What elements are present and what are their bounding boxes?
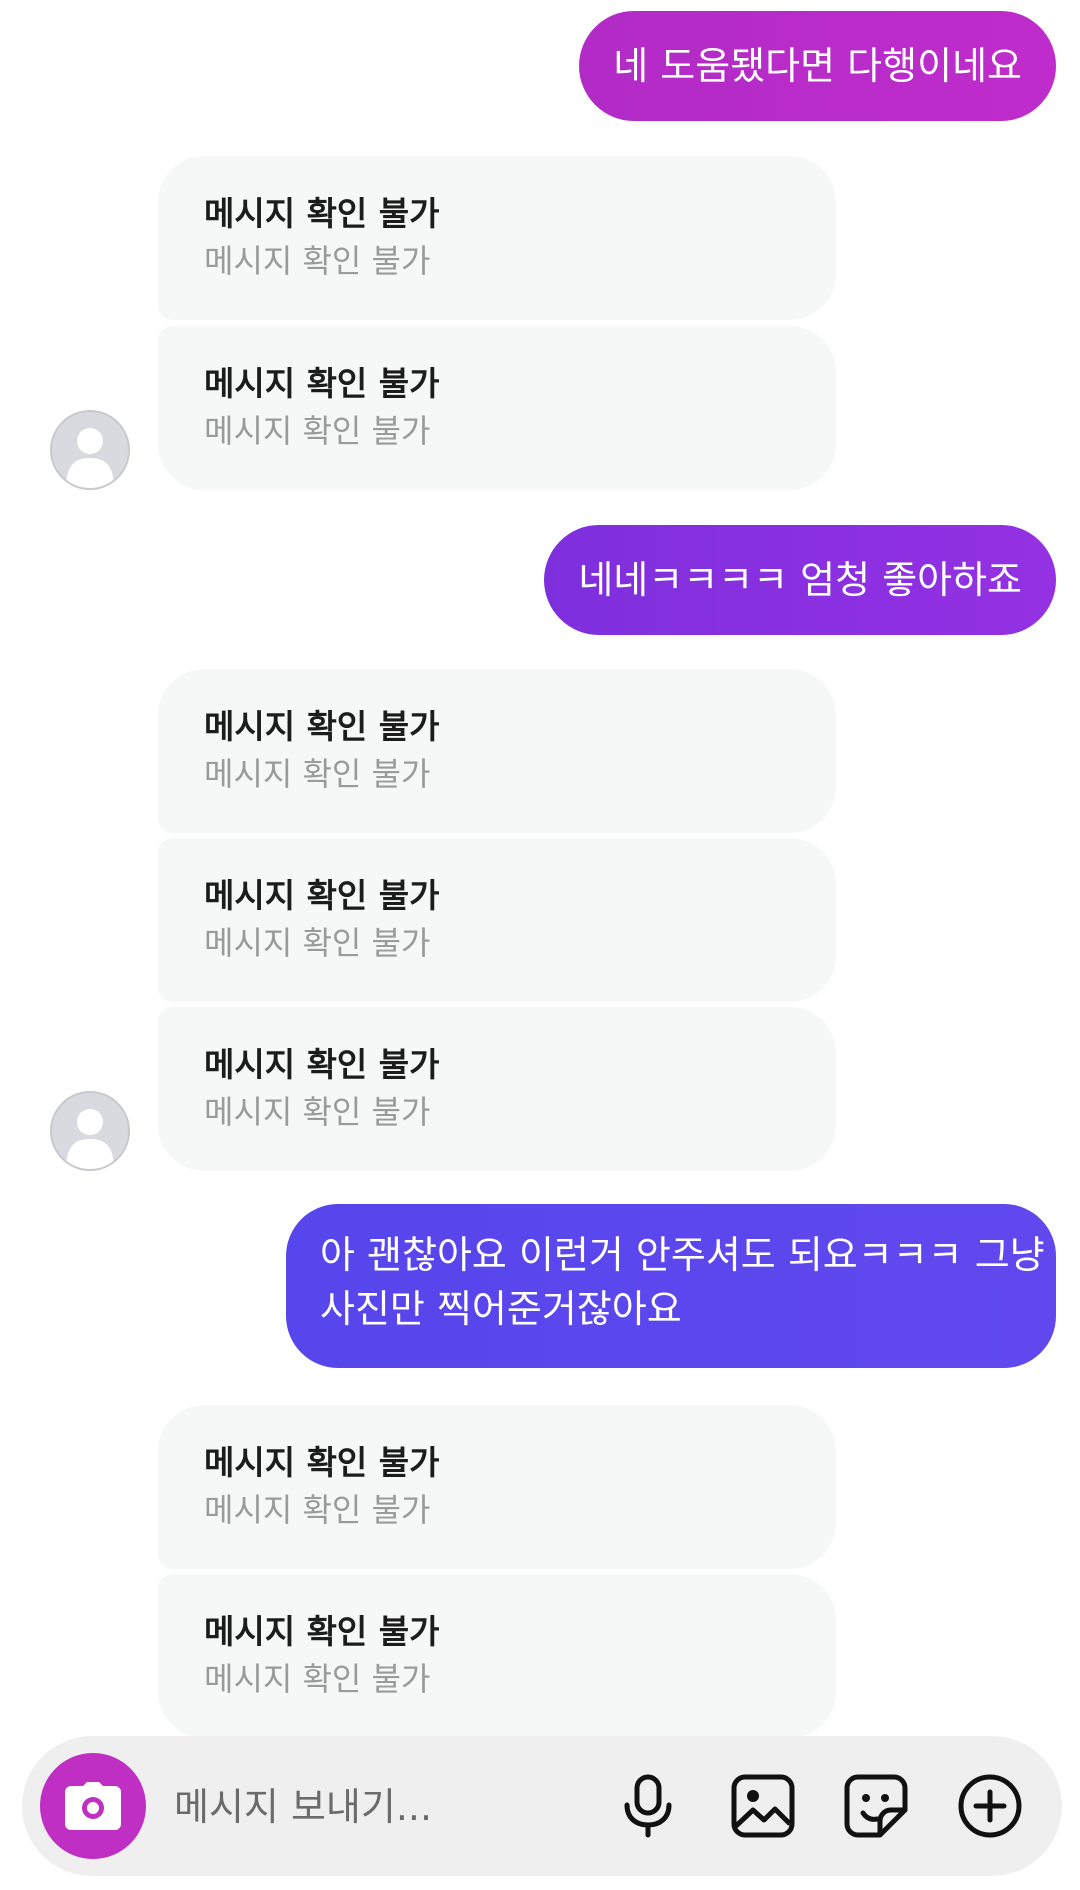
microphone-button[interactable] xyxy=(612,1770,684,1842)
message-text: 네 도움됐다면 다행이네요 xyxy=(613,44,1022,88)
default-avatar-icon[interactable] xyxy=(50,1091,130,1171)
unavailable-title: 메시지 확인 불가 xyxy=(204,876,440,915)
sticker-icon xyxy=(844,1774,908,1838)
sticker-button[interactable] xyxy=(840,1770,912,1842)
unavailable-title: 메시지 확인 불가 xyxy=(204,707,440,746)
unavailable-subtitle: 메시지 확인 불가 xyxy=(204,755,431,793)
microphone-icon xyxy=(624,1774,672,1838)
sent-message[interactable]: 네네ㅋㅋㅋㅋ 엄청 좋아하죠 xyxy=(544,525,1056,635)
gallery-icon xyxy=(731,1774,795,1838)
sent-message[interactable]: 아 괜찮아요 이런거 안주셔도 되요ㅋㅋㅋ 그냥 사진만 찍어준거잖아요 xyxy=(286,1204,1056,1368)
unavailable-subtitle: 메시지 확인 불가 xyxy=(204,924,431,962)
message-text-line: 사진만 찍어준거잖아요 xyxy=(320,1287,682,1331)
received-message-unavailable[interactable]: 메시지 확인 불가 메시지 확인 불가 xyxy=(158,326,836,490)
gallery-button[interactable] xyxy=(727,1770,799,1842)
unavailable-subtitle: 메시지 확인 불가 xyxy=(204,1660,431,1698)
unavailable-title: 메시지 확인 불가 xyxy=(204,1045,440,1084)
camera-icon xyxy=(65,1782,121,1830)
received-message-unavailable[interactable]: 메시지 확인 불가 메시지 확인 불가 xyxy=(158,1007,836,1171)
plus-circle-icon xyxy=(958,1774,1022,1838)
unavailable-subtitle: 메시지 확인 불가 xyxy=(204,1093,431,1131)
sent-message[interactable]: 네 도움됐다면 다행이네요 xyxy=(579,11,1056,121)
unavailable-subtitle: 메시지 확인 불가 xyxy=(204,412,431,450)
unavailable-title: 메시지 확인 불가 xyxy=(204,1443,440,1482)
message-text-line: 아 괜찮아요 이런거 안주셔도 되요ㅋㅋㅋ 그냥 xyxy=(320,1233,1045,1277)
unavailable-title: 메시지 확인 불가 xyxy=(204,194,440,233)
received-message-unavailable[interactable]: 메시지 확인 불가 메시지 확인 불가 xyxy=(158,838,836,1002)
message-input[interactable] xyxy=(172,1776,616,1838)
received-message-unavailable[interactable]: 메시지 확인 불가 메시지 확인 불가 xyxy=(158,1405,836,1569)
default-avatar-icon[interactable] xyxy=(50,410,130,490)
unavailable-subtitle: 메시지 확인 불가 xyxy=(204,1491,431,1529)
received-message-unavailable[interactable]: 메시지 확인 불가 메시지 확인 불가 xyxy=(158,1574,836,1738)
received-message-unavailable[interactable]: 메시지 확인 불가 메시지 확인 불가 xyxy=(158,669,836,833)
unavailable-title: 메시지 확인 불가 xyxy=(204,364,440,403)
unavailable-title: 메시지 확인 불가 xyxy=(204,1612,440,1651)
message-text: 네네ㅋㅋㅋㅋ 엄청 좋아하죠 xyxy=(578,558,1022,602)
unavailable-subtitle: 메시지 확인 불가 xyxy=(204,242,431,280)
received-message-unavailable[interactable]: 메시지 확인 불가 메시지 확인 불가 xyxy=(158,156,836,320)
camera-button[interactable] xyxy=(40,1753,146,1859)
message-composer xyxy=(22,1736,1062,1876)
add-button[interactable] xyxy=(954,1770,1026,1842)
